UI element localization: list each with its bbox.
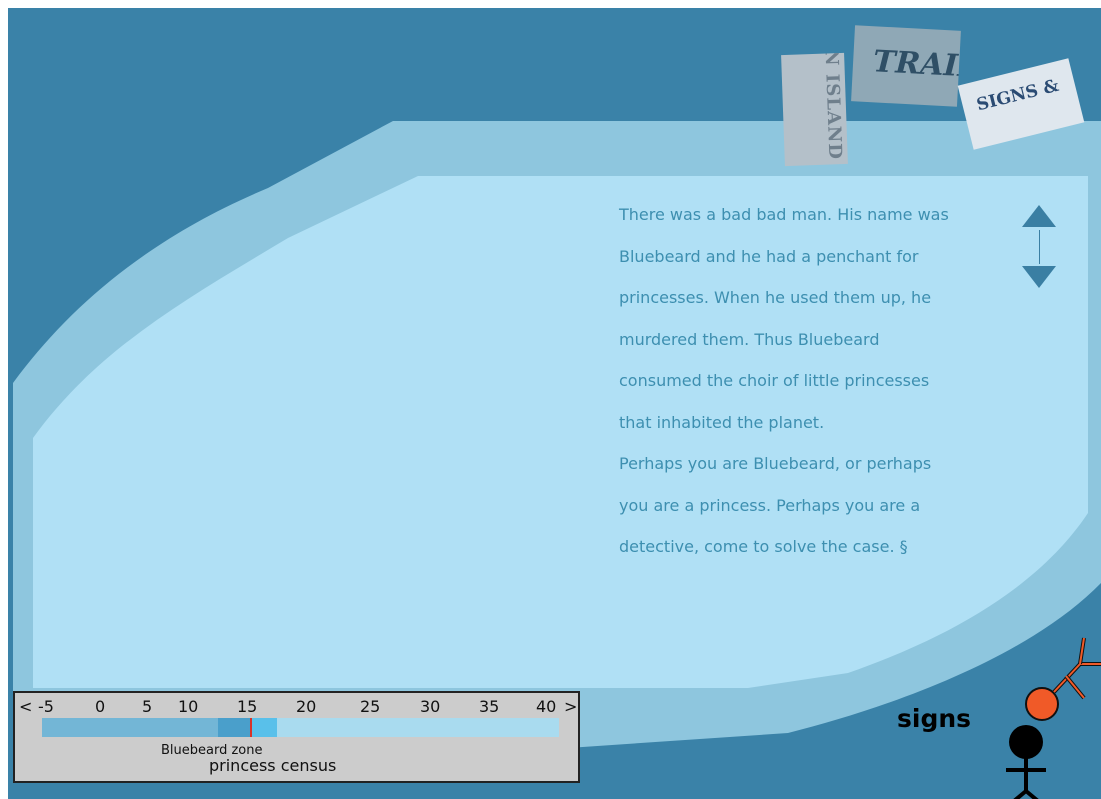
story-text: There was a bad bad man. His name was Bl… — [619, 205, 949, 556]
tick-label: 20 — [296, 697, 317, 716]
black-figure-icon[interactable] — [1006, 725, 1046, 799]
census-title: princess census — [209, 756, 337, 775]
orange-figure-icon[interactable] — [1025, 637, 1101, 721]
census-bar[interactable] — [42, 718, 559, 737]
island-sign-text: IN ISLAND — [820, 52, 846, 161]
scroll-track — [1039, 230, 1040, 264]
census-bar-fill — [42, 718, 218, 737]
scale-right-arrow[interactable]: > — [564, 697, 577, 716]
bluebeard-zone-band — [218, 718, 252, 737]
tick-label: 35 — [479, 697, 500, 716]
tick-label: 15 — [237, 697, 258, 716]
island-sign-tile[interactable]: IN ISLAND — [781, 52, 848, 167]
tick-label: 5 — [142, 697, 153, 716]
trail-sign-tile[interactable]: TRAIL — [851, 25, 961, 107]
tick-label: 10 — [178, 697, 199, 716]
scroll-down-icon[interactable] — [1022, 266, 1056, 288]
tick-label: 25 — [360, 697, 381, 716]
scale-left-arrow[interactable]: < — [19, 697, 32, 716]
tick-label: -5 — [38, 697, 54, 716]
tick-label: 0 — [95, 697, 106, 716]
game-stage: IN ISLAND TRAIL SIGNS & There was a bad … — [8, 8, 1101, 799]
trail-sign-text: TRAIL — [872, 44, 961, 85]
census-scale: < -5 0 5 10 15 20 25 30 35 40 > — [15, 697, 582, 719]
stick-figures — [1006, 637, 1101, 799]
bluebeard-zone-highlight — [251, 718, 278, 737]
tick-label: 30 — [420, 697, 441, 716]
scroll-up-icon[interactable] — [1022, 205, 1056, 227]
princess-census-panel: < -5 0 5 10 15 20 25 30 35 40 > Bluebear… — [13, 691, 580, 783]
census-marker[interactable] — [250, 718, 253, 737]
tick-label: 40 — [536, 697, 557, 716]
signs-and-text: SIGNS & — [974, 75, 1061, 116]
signs-link[interactable]: signs — [897, 704, 971, 733]
